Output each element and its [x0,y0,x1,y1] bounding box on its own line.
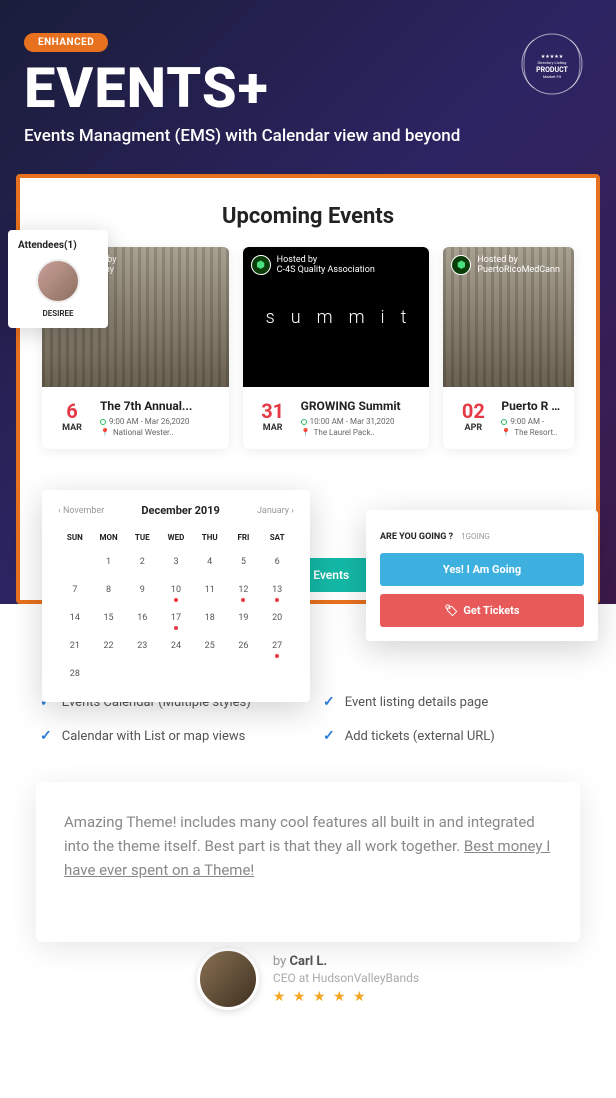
author-role: CEO at HudsonValleyBands [273,971,419,985]
yes-going-button[interactable]: Yes! I Am Going [380,553,584,586]
going-title: ARE YOU GOING ? [380,532,453,542]
feature-item: ✓Calendar with List or map views [40,728,293,744]
summit-logo: summit [266,307,423,328]
event-date: 31MAR [255,399,291,437]
calendar-day[interactable]: 14 [58,604,92,632]
host-badge: ⬢Hosted byPuertoRicoMedCann [451,255,560,275]
calendar-day[interactable]: 17 [159,604,193,632]
rating-stars: ★ ★ ★ ★ ★ [273,989,419,1005]
attendees-title: Attendees(1) [18,240,98,251]
host-avatar-icon: ⬢ [251,255,271,275]
attendee-avatar[interactable] [36,259,80,303]
pin-icon: 📍 [301,428,311,437]
feature-item: ✓Add tickets (external URL) [323,728,576,744]
calendar-day[interactable]: 26 [227,632,261,660]
calendar-day[interactable]: 3 [159,548,193,576]
event-cards-row: ●Hosted byCompany 6MAR The 7th Annual...… [42,247,574,449]
calendar-day[interactable]: 27 [260,632,294,660]
calendar-day[interactable]: 16 [125,604,159,632]
calendar-day[interactable]: 18 [193,604,227,632]
clock-icon [100,419,106,425]
calendar-dow: TUE [125,527,159,548]
calendar-current-month: December 2019 [141,504,219,517]
get-tickets-button[interactable]: 🏷Get Tickets [380,594,584,627]
calendar-dow: SUN [58,527,92,548]
author-avatar [197,948,259,1010]
feature-item: ✓Event listing details page [323,694,576,710]
calendar-day[interactable]: 1 [92,548,126,576]
page-subtitle: Events Managment (EMS) with Calendar vie… [24,126,592,146]
calendar-day[interactable]: 13 [260,576,294,604]
calendar-day[interactable]: 24 [159,632,193,660]
calendar-prev-button[interactable]: ‹ November [58,506,104,516]
going-count: 1GOING [461,532,490,541]
check-icon: ✓ [323,694,335,710]
calendar-next-button[interactable]: January › [257,506,294,516]
svg-text:PRODUCT: PRODUCT [536,66,568,74]
calendar-day[interactable] [58,548,92,576]
event-card[interactable]: ⬢Hosted byPuertoRicoMedCann 02APR Puerto… [443,247,574,449]
event-date: 6MAR [54,399,90,437]
calendar-day[interactable]: 2 [125,548,159,576]
calendar-day[interactable]: 10 [159,576,193,604]
check-icon: ✓ [40,728,52,744]
calendar-dow: MON [92,527,126,548]
testimonial-card: Amazing Theme! includes many cool featur… [36,782,580,942]
pin-icon: 📍 [501,428,511,437]
author-by-label: by [273,954,290,969]
event-location: 📍National Wester.. [100,428,217,437]
calendar-grid: SUNMONTUEWEDTHUFRISAT1234567891011121314… [58,527,294,688]
event-time: 9:00 AM - [501,417,562,426]
testimonial-text: Amazing Theme! includes many cool featur… [64,810,552,882]
host-badge: ⬢Hosted byC-4S Quality Association [251,255,375,275]
going-popup: ARE YOU GOING ? 1GOING Yes! I Am Going 🏷… [366,510,598,641]
event-time: 10:00 AM - Mar 31,2020 [301,417,418,426]
calendar-dow: WED [159,527,193,548]
clock-icon [501,419,507,425]
ticket-icon: 🏷 [444,604,458,617]
calendar-day[interactable]: 11 [193,576,227,604]
author-name: Carl L. [290,954,328,969]
calendar-dow: SAT [260,527,294,548]
calendar-day[interactable]: 20 [260,604,294,632]
event-location: 📍The Resort.. [501,428,562,437]
enhanced-badge: ENHANCED [24,33,108,52]
clock-icon [301,419,307,425]
check-icon: ✓ [323,728,335,744]
event-title: GROWING Summit [301,399,418,413]
calendar-day[interactable]: 25 [193,632,227,660]
testimonial-author: by Carl L. CEO at HudsonValleyBands ★ ★ … [0,948,616,1040]
calendar-dow: FRI [227,527,261,548]
calendar-popup: ‹ November December 2019 January › SUNMO… [42,490,310,702]
calendar-day[interactable]: 12 [227,576,261,604]
svg-text:Market Fit: Market Fit [543,74,562,79]
calendar-day[interactable]: 8 [92,576,126,604]
calendar-day[interactable]: 4 [193,548,227,576]
showcase-title: Upcoming Events [42,204,574,229]
event-time: 9:00 AM - Mar 26,2020 [100,417,217,426]
event-title: Puerto R MedCan [501,399,562,413]
calendar-dow: THU [193,527,227,548]
event-location: 📍The Laurel Pack.. [301,428,418,437]
event-card[interactable]: ⬢Hosted byC-4S Quality Association summi… [243,247,430,449]
event-title: The 7th Annual... [100,399,217,413]
attendee-name: DESIREE [18,309,98,318]
calendar-day[interactable]: 23 [125,632,159,660]
calendar-day[interactable]: 6 [260,548,294,576]
product-badge: ★★★★★Directory ListingPRODUCTMarket Fit [516,28,588,100]
calendar-day[interactable]: 22 [92,632,126,660]
calendar-day[interactable]: 19 [227,604,261,632]
calendar-day[interactable]: 7 [58,576,92,604]
event-date: 02APR [455,399,491,437]
host-avatar-icon: ⬢ [451,255,471,275]
calendar-day[interactable]: 9 [125,576,159,604]
pin-icon: 📍 [100,428,110,437]
svg-text:Directory Listing: Directory Listing [538,60,567,65]
calendar-day[interactable]: 21 [58,632,92,660]
calendar-day[interactable]: 5 [227,548,261,576]
calendar-day[interactable]: 28 [58,660,92,688]
attendees-popup: Attendees(1) DESIREE [8,230,108,328]
page-title: EVENTS+ [24,60,592,116]
calendar-day[interactable]: 15 [92,604,126,632]
